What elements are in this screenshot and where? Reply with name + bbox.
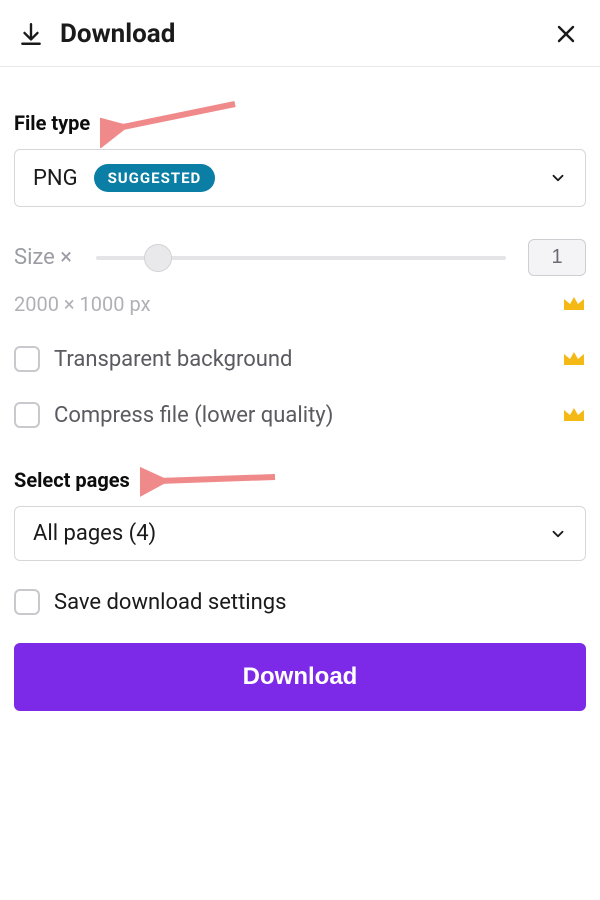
save-settings-row: Save download settings — [14, 589, 586, 615]
file-type-select-left: PNG SUGGESTED — [33, 164, 215, 192]
panel-content: File type PNG SUGGESTED Size × — [0, 111, 600, 711]
download-icon — [18, 21, 44, 47]
crown-icon — [562, 349, 586, 369]
transparent-bg-row: Transparent background — [14, 346, 586, 372]
panel-header: Download — [0, 0, 600, 67]
close-icon — [554, 22, 578, 46]
transparent-bg-left: Transparent background — [14, 346, 292, 372]
crown-icon — [562, 294, 586, 314]
file-type-select[interactable]: PNG SUGGESTED — [14, 149, 586, 207]
size-row: Size × — [14, 239, 586, 276]
select-pages-label-text: Select pages — [14, 468, 130, 492]
header-left: Download — [18, 19, 175, 49]
transparent-bg-label[interactable]: Transparent background — [54, 347, 292, 372]
panel-title: Download — [60, 19, 175, 49]
size-input[interactable] — [528, 239, 586, 276]
close-button[interactable] — [550, 18, 582, 50]
suggested-badge: SUGGESTED — [94, 164, 216, 192]
chevron-down-icon — [549, 169, 567, 187]
crown-icon — [562, 405, 586, 425]
chevron-down-icon — [549, 525, 567, 543]
select-pages-section: Select pages All pages (4) — [14, 468, 586, 561]
compress-checkbox[interactable] — [14, 402, 40, 428]
save-settings-checkbox[interactable] — [14, 589, 40, 615]
transparent-bg-checkbox[interactable] — [14, 346, 40, 372]
save-settings-label[interactable]: Save download settings — [54, 590, 287, 615]
slider-thumb[interactable] — [144, 244, 172, 272]
compress-left: Compress file (lower quality) — [14, 402, 333, 428]
file-type-label: File type — [14, 111, 586, 135]
file-type-label-text: File type — [14, 111, 90, 135]
select-pages-value: All pages (4) — [33, 521, 156, 546]
select-pages-label: Select pages — [14, 468, 586, 492]
compress-label[interactable]: Compress file (lower quality) — [54, 403, 333, 428]
dimensions-row: 2000 × 1000 px — [14, 292, 586, 316]
select-pages-select[interactable]: All pages (4) — [14, 506, 586, 561]
download-button[interactable]: Download — [14, 643, 586, 711]
dimensions-text: 2000 × 1000 px — [14, 292, 150, 316]
save-settings-left: Save download settings — [14, 589, 287, 615]
size-label: Size × — [14, 245, 72, 270]
size-slider[interactable] — [96, 244, 506, 272]
file-type-value: PNG — [33, 166, 78, 191]
compress-row: Compress file (lower quality) — [14, 402, 586, 428]
